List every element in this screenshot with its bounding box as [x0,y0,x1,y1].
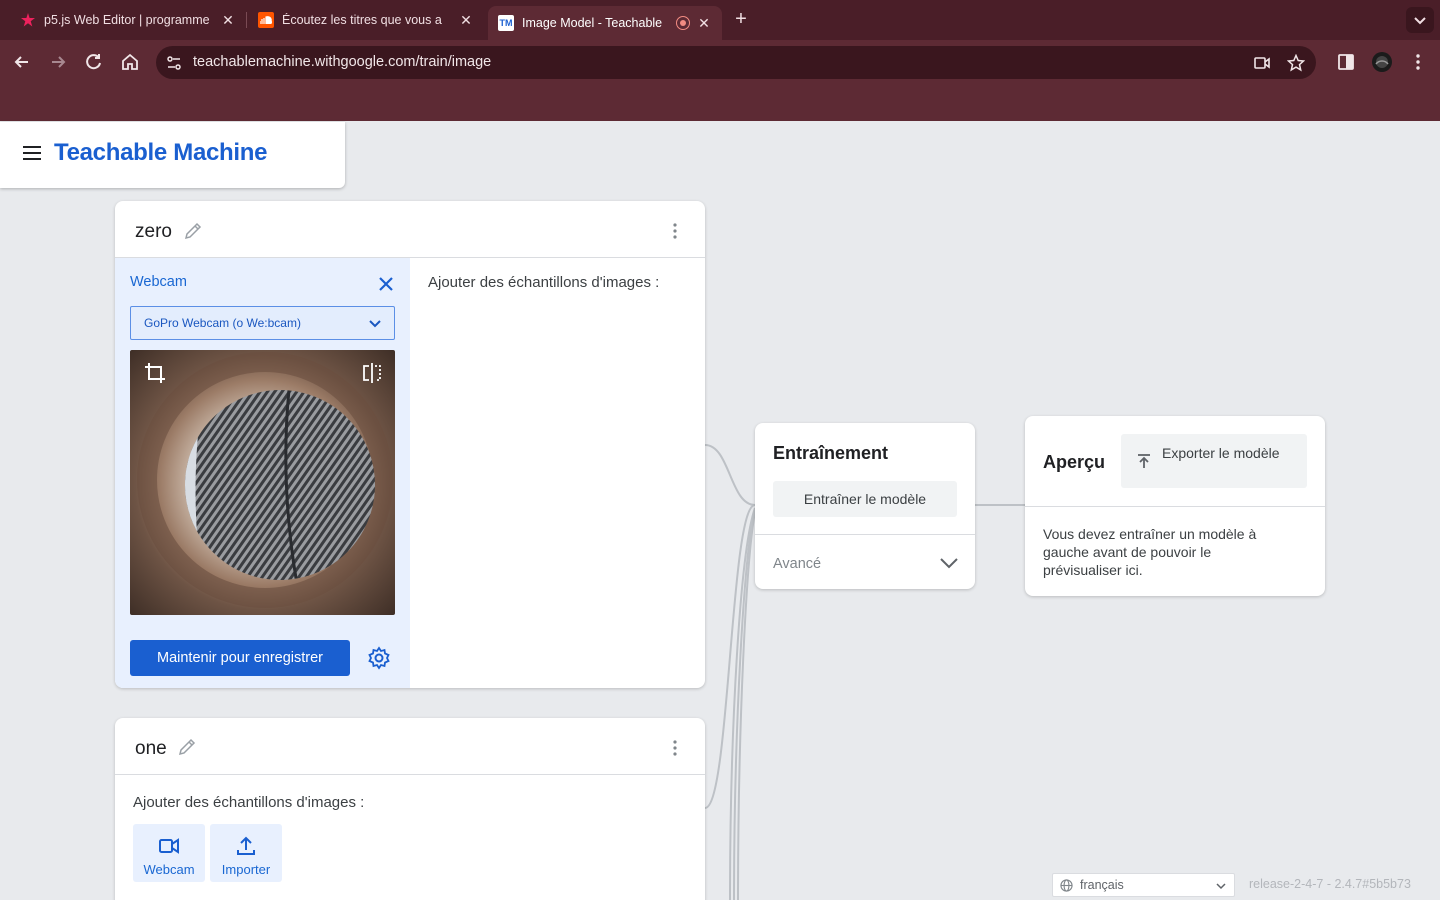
close-tab-icon[interactable]: ✕ [696,15,712,32]
class-options-button[interactable] [665,221,685,241]
divider [1025,506,1325,507]
crop-icon[interactable] [143,361,167,385]
language-select[interactable]: français [1052,873,1235,897]
import-source-button[interactable]: Importer [210,824,282,882]
class-card-zero: zero Webcam GoPro Webcam (o We:bcam) Mai… [115,201,705,688]
export-model-button[interactable]: Exporter le modèle [1121,434,1307,488]
chevron-down-icon [1216,883,1226,890]
language-value: français [1080,878,1124,892]
chevron-down-icon [1414,17,1426,25]
browser-tab-bar: p5.js Web Editor | programme ✕ Écoutez l… [0,0,1440,40]
home-button[interactable] [118,50,142,74]
tab-title: p5.js Web Editor | programme [44,13,210,27]
menu-button[interactable] [22,145,42,161]
upload-icon [237,836,255,855]
tab-title: Image Model - Teachable [522,16,663,30]
camera-in-use-icon[interactable] [1253,54,1271,72]
forward-button[interactable] [46,50,70,74]
tab-title: Écoutez les titres que vous a [282,13,442,27]
close-icon[interactable] [377,275,395,293]
url-text: teachablemachine.withgoogle.com/train/im… [193,54,492,70]
webcam-source-label: Webcam [143,862,195,877]
advanced-toggle[interactable]: Avancé [755,535,975,589]
more-vert-icon [673,223,677,239]
divider [115,774,705,775]
preview-card: Aperçu Exporter le modèle Vous devez ent… [1025,416,1325,596]
soundcloud-icon [258,12,274,28]
side-panel-button[interactable] [1334,50,1358,74]
app-header: Teachable Machine [0,122,345,188]
webcam-image [137,352,393,608]
release-version: release-2-4-7 - 2.4.7#5b5b73 [1249,877,1411,891]
hold-to-record-button[interactable]: Maintenir pour enregistrer [130,640,350,676]
address-bar[interactable]: teachablemachine.withgoogle.com/train/im… [156,46,1316,79]
avatar-icon [1372,52,1392,72]
edit-icon[interactable] [177,737,197,757]
tab-separator [246,12,247,28]
webcam-panel: Webcam GoPro Webcam (o We:bcam) Mainteni… [115,258,410,688]
samples-label: Ajouter des échantillons d'images : [428,274,660,291]
tab-teachable-machine[interactable]: TM Image Model - Teachable ✕ [488,6,722,40]
arrow-right-icon [52,56,66,68]
import-source-label: Importer [221,862,271,877]
arrow-left-icon [14,56,28,68]
hamburger-icon [23,146,41,160]
star-icon[interactable] [1287,54,1305,72]
browser-bookmarks-band [0,85,1440,121]
edit-icon[interactable] [183,221,203,241]
reload-button[interactable] [82,50,106,74]
chevron-down-icon [940,558,958,569]
app-logo[interactable]: Teachable Machine [54,139,268,167]
reload-icon [86,54,101,70]
advanced-label: Avancé [773,556,822,572]
video-camera-icon [159,838,179,854]
chevron-down-icon [369,320,381,328]
browser-menu-button[interactable] [1406,50,1430,74]
tab-soundcloud[interactable]: Écoutez les titres que vous a ✕ [248,6,484,34]
tab-p5js[interactable]: p5.js Web Editor | programme ✕ [10,6,246,34]
tab-search-button[interactable] [1406,7,1434,33]
camera-select-value: GoPro Webcam (o We:bcam) [144,316,301,330]
samples-label: Ajouter des échantillons d'images : [133,794,365,811]
export-icon [1138,454,1150,468]
webcam-preview [130,350,395,615]
preview-title: Aperçu [1043,452,1106,472]
home-icon [122,53,138,70]
webcam-source-button[interactable]: Webcam [133,824,205,882]
side-panel-icon [1338,54,1354,70]
profile-avatar[interactable] [1370,50,1394,74]
camera-select[interactable]: GoPro Webcam (o We:bcam) [130,306,395,340]
more-vert-icon [1416,54,1420,70]
training-title: Entraînement [773,443,889,463]
close-tab-icon[interactable]: ✕ [220,12,236,29]
class-name[interactable]: one [135,738,167,760]
gear-icon[interactable] [367,646,391,670]
class-card-one: one Ajouter des échantillons d'images : … [115,718,705,900]
more-vert-icon [673,740,677,756]
globe-icon [1060,879,1073,892]
tm-icon: TM [498,15,514,31]
webcam-label: Webcam [130,274,187,290]
back-button[interactable] [10,50,34,74]
close-tab-icon[interactable]: ✕ [458,12,474,29]
p5js-icon [20,12,36,28]
training-card: Entraînement Entraîner le modèle Avancé [755,423,975,589]
preview-message: Vous devez entraîner un modèle à gauche … [1043,526,1257,578]
browser-toolbar: teachablemachine.withgoogle.com/train/im… [0,40,1440,85]
class-options-button[interactable] [665,738,685,758]
class-name[interactable]: zero [135,221,172,243]
flip-icon[interactable] [360,361,384,385]
new-tab-button[interactable]: + [730,8,752,30]
recording-icon [676,16,690,30]
site-settings-icon[interactable] [165,54,183,72]
export-model-label: Exporter le modèle [1162,445,1280,461]
train-model-button[interactable]: Entraîner le modèle [773,481,957,517]
